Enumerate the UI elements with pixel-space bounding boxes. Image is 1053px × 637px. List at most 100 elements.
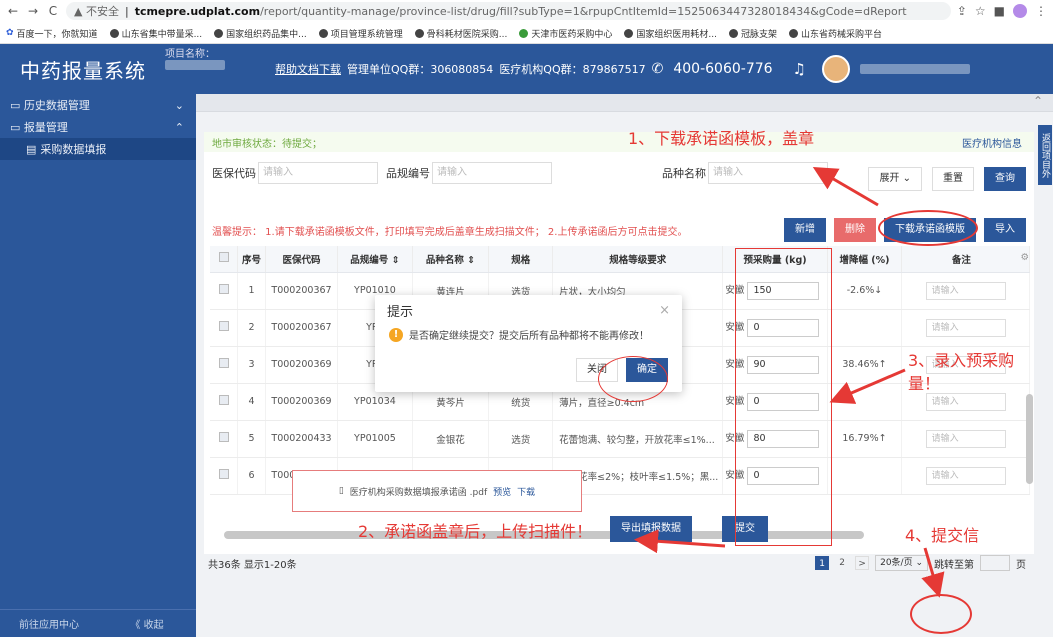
cell-change: -2.6%↓ <box>827 272 903 310</box>
vertical-scrollbar[interactable] <box>1026 394 1033 484</box>
col-header[interactable]: 品种名称 ⇕ <box>412 246 490 273</box>
spec-no-input[interactable]: 请输入 <box>432 162 552 184</box>
help-doc-link[interactable]: 帮助文档下载 <box>275 61 341 77</box>
annotation-step2: 2、承诺函盖章后，上传扫描件！ <box>358 522 593 541</box>
jump-input[interactable] <box>980 555 1010 571</box>
audit-status: 地市审核状态：待提交； <box>212 138 322 150</box>
download-link[interactable]: 下载 <box>517 485 535 498</box>
back-icon[interactable]: ← <box>6 4 20 18</box>
bookmark[interactable]: 山东省药械采购平台 <box>788 27 882 40</box>
delete-button[interactable]: 删除 <box>834 218 876 242</box>
bookmark[interactable]: 国家组织药品集中... <box>214 27 307 40</box>
cell-no: 6 <box>237 457 266 495</box>
settings-icon: ⚙ <box>1020 251 1029 263</box>
cell-code: T000200369 <box>265 383 339 421</box>
cell-no: 2 <box>237 309 266 347</box>
bookmark[interactable]: 项目管理系统管理 <box>318 27 403 40</box>
sidebar-item-purchase-fill[interactable]: ▤ 采购数据填报 <box>0 138 196 160</box>
note-input[interactable]: 请输入 <box>925 281 1006 300</box>
forward-icon[interactable]: → <box>26 4 40 18</box>
cell-change <box>827 383 903 421</box>
collapse-up-icon[interactable]: ⌃ <box>196 94 1053 112</box>
cell-change <box>827 457 903 495</box>
col-header: 备注 ⚙ <box>901 246 1030 273</box>
row-checkbox[interactable] <box>210 272 239 310</box>
profile-icon[interactable] <box>1013 4 1027 18</box>
app-center-link[interactable]: 前往应用中心 <box>0 616 98 631</box>
share-icon[interactable]: ⇪ <box>957 4 967 18</box>
dialog-message: 是否确定继续提交？提交后所有品种都将不能再修改！ <box>409 331 649 342</box>
back-to-project-tab[interactable]: 返回项目外 <box>1038 125 1052 185</box>
cell-note: 请输入 <box>901 309 1030 347</box>
sidebar-item-report[interactable]: ▭ 报量管理 ⌃ <box>0 116 196 138</box>
page-2[interactable]: 2 <box>835 556 849 570</box>
add-button[interactable]: 新增 <box>784 218 826 242</box>
cell-no: 5 <box>237 420 266 458</box>
sidepanel-icon[interactable]: ■ <box>994 4 1005 18</box>
col-header: 医保代码 <box>265 246 339 273</box>
row-checkbox[interactable] <box>210 309 239 347</box>
reset-button[interactable]: 重置 <box>932 167 974 191</box>
query-button[interactable]: 查询 <box>984 167 1026 191</box>
field-label: 品种名称 <box>662 167 706 180</box>
uploaded-file: ▯ 医疗机构采购数据填报承诺函 .pdf 预览 下载 <box>292 470 582 512</box>
institution-info-link[interactable]: 医疗机构信息 <box>962 135 1022 150</box>
note-input[interactable]: 请输入 <box>925 392 1006 411</box>
bookmark[interactable]: 冠脉支架 <box>728 27 777 40</box>
cell-spec-no: YP01005 <box>337 420 413 458</box>
cell-no: 3 <box>237 346 266 384</box>
annotation-step4: 4、提交信 <box>905 526 980 545</box>
cell-no: 1 <box>237 272 266 310</box>
col-header: 序号 <box>237 246 266 273</box>
file-icon: ▯ <box>338 486 344 496</box>
export-button[interactable]: 导出填报数据 <box>610 516 692 542</box>
note-input[interactable]: 请输入 <box>925 429 1006 448</box>
page-size-select[interactable]: 20条/页 ⌄ <box>875 555 928 571</box>
chevron-down-icon: ⌄ <box>174 98 184 112</box>
select-all-checkbox[interactable] <box>210 246 239 273</box>
address-bar[interactable]: ▲ 不安全 | tcmepre.udplat.com/report/quanti… <box>66 2 951 20</box>
avatar[interactable] <box>822 55 850 83</box>
cell-change <box>827 309 903 347</box>
reload-icon[interactable]: C <box>46 4 60 18</box>
import-button[interactable]: 导入 <box>984 218 1026 242</box>
bookmarks-bar: ✿ 百度一下，你就知道 山东省集中带量采... 国家组织药品集中... 项目管理系… <box>0 22 1053 44</box>
menu-icon[interactable]: ⋮ <box>1035 4 1047 18</box>
note-input[interactable]: 请输入 <box>925 318 1006 337</box>
next-page-icon[interactable]: > <box>855 556 870 570</box>
highlight-box <box>735 248 832 546</box>
bookmark[interactable]: 骨科耗材医院采购... <box>414 27 507 40</box>
star-icon[interactable]: ☆ <box>975 4 986 18</box>
bookmark[interactable]: ✿ 百度一下，你就知道 <box>6 27 98 40</box>
cell-code: T000200433 <box>265 420 339 458</box>
bell-icon[interactable]: ♫ <box>793 60 806 78</box>
tip-text: 温馨提示： 1.请下载承诺函模板文件，打印填写完成后盖章生成扫描文件； 2.上传… <box>212 226 688 238</box>
app-header: 中药报量系统 项目名称： 帮助文档下载 管理单位QQ群：306080854 医疗… <box>0 44 1053 94</box>
dialog-title: 提示 <box>387 304 414 320</box>
collapse-button[interactable]: 《 收起 <box>98 616 196 631</box>
bookmark[interactable]: 山东省集中带量采... <box>109 27 202 40</box>
row-checkbox[interactable] <box>210 383 239 421</box>
sidebar-item-history[interactable]: ▭ 历史数据管理 ⌄ <box>0 94 196 116</box>
col-header: 增降幅 (%) <box>827 246 903 273</box>
hotline: 400-6060-776 <box>673 61 773 77</box>
note-input[interactable]: 请输入 <box>925 466 1006 485</box>
row-checkbox[interactable] <box>210 346 239 384</box>
url-path: /report/quantity-manage/province-list/dr… <box>260 4 907 18</box>
cell-note: 请输入 <box>901 272 1030 310</box>
variety-name-input[interactable]: 请输入 <box>708 162 828 184</box>
row-checkbox[interactable] <box>210 457 239 495</box>
row-checkbox[interactable] <box>210 420 239 458</box>
col-header[interactable]: 品规编号 ⇕ <box>337 246 413 273</box>
close-icon[interactable]: × <box>659 303 670 318</box>
doc-icon: ▤ <box>26 142 37 156</box>
cell-code: T000200367 <box>265 309 339 347</box>
bookmark[interactable]: 天津市医药采购中心 <box>519 27 612 40</box>
insecure-label: ▲ 不安全 <box>74 5 119 18</box>
preview-link[interactable]: 预览 <box>493 485 511 498</box>
username <box>860 64 970 74</box>
medicare-code-input[interactable]: 请输入 <box>258 162 378 184</box>
expand-button[interactable]: 展开 ⌄ <box>868 167 922 191</box>
page-1[interactable]: 1 <box>815 556 830 570</box>
bookmark[interactable]: 国家组织医用耗材... <box>624 27 717 40</box>
